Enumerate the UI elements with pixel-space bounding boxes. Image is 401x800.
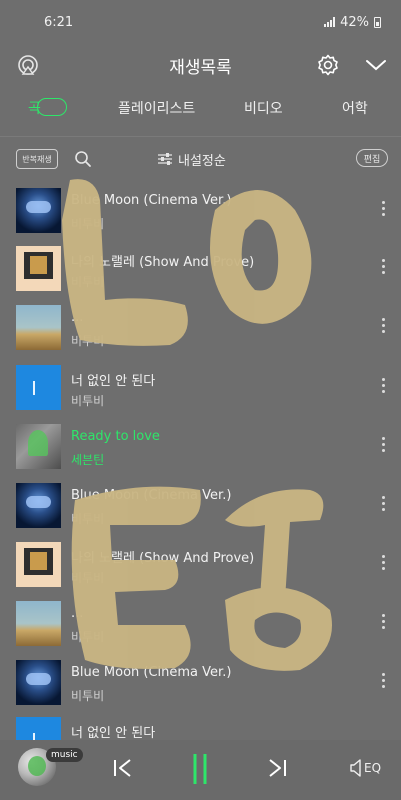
song-row[interactable]: Blue Moon (Cinema Ver.) 비투비 [0,183,401,241]
album-art [16,365,61,410]
more-icon[interactable] [378,496,388,516]
edit-button[interactable]: 편집 [356,149,388,167]
tab-bar: 곡 플레이리스트 비디오 어학 [0,88,401,126]
active-tab-decoration [37,98,67,116]
repeat-play-button[interactable]: 반복재생 [16,149,58,169]
song-row[interactable]: Blue Moon (Cinema Ver.) 비투비 [0,655,401,713]
search-icon[interactable] [74,150,92,168]
song-artist: 비투비 [71,334,105,348]
album-art [16,483,61,528]
eq-button[interactable]: EQ [350,757,381,779]
song-row[interactable]: ... 비투비 [0,300,401,358]
status-time: 6:21 [44,14,74,30]
song-row[interactable]: 나의 노랠레 (Show And Prove) 비투비 [0,241,401,299]
more-icon[interactable] [378,201,388,221]
sort-icon [158,153,172,165]
song-row-now-playing[interactable]: Ready to love 세븐틴 [0,419,401,477]
list-toolbar: 반복재생 내설정순 편집 [0,143,401,175]
song-row[interactable]: Blue Moon (Cinema Ver.) 비투비 [0,478,401,536]
song-artist: 비투비 [71,275,105,289]
song-title: Blue Moon (Cinema Ver.) [71,193,232,208]
tab-videos[interactable]: 비디오 [244,98,283,118]
song-artist: 비투비 [71,217,105,231]
more-icon[interactable] [378,555,388,575]
pause-icon[interactable] [190,752,210,786]
song-title: ... [71,310,84,325]
battery-percent: 42% [340,14,369,30]
album-art [16,717,61,740]
eq-icon [350,759,361,777]
album-art [16,542,61,587]
song-title: 너 없인 안 된다 [71,374,156,389]
song-title: Ready to love [71,429,160,444]
album-art [16,246,61,291]
next-icon[interactable] [266,757,288,779]
album-art [16,424,61,469]
sort-label: 내설정순 [178,153,226,169]
status-bar: 6:21 42% [0,0,401,44]
song-artist: 비투비 [71,571,105,585]
more-icon[interactable] [378,614,388,634]
album-art [16,660,61,705]
status-indicators: 42% [324,15,381,30]
battery-icon [374,16,381,28]
chevron-down-icon[interactable] [363,53,389,77]
music-badge: music [46,748,83,762]
song-row[interactable]: 너 없인 안 된다 [0,712,401,740]
album-art [16,188,61,233]
song-artist: 비투비 [71,689,105,703]
song-title: 나의 노랠레 (Show And Prove) [71,255,255,270]
more-icon[interactable] [378,259,388,279]
more-icon[interactable] [378,673,388,693]
tab-playlists[interactable]: 플레이리스트 [118,98,195,118]
song-row[interactable]: 너 없인 안 된다 비투비 [0,360,401,418]
song-artist: 비투비 [71,512,105,526]
album-art [16,305,61,350]
song-title: Blue Moon (Cinema Ver.) [71,488,232,503]
song-title: Blue Moon (Cinema Ver.) [71,665,232,680]
song-artist: 세븐틴 [71,453,105,467]
mini-player: music EQ [0,740,401,800]
tab-language[interactable]: 어학 [342,98,368,118]
song-title: ... [71,606,84,621]
prev-icon[interactable] [112,757,134,779]
song-title: 나의 노랠레 (Show And Prove) [71,551,255,566]
song-artist: 비투비 [71,630,105,644]
header: 재생목록 [0,44,401,86]
more-icon[interactable] [378,378,388,398]
more-icon[interactable] [378,437,388,457]
tabs-divider [0,136,401,137]
more-icon[interactable] [378,318,388,338]
sort-button[interactable]: 내설정순 [157,148,226,170]
tab-songs[interactable]: 곡 [28,98,41,118]
signal-icon [324,17,336,27]
song-row[interactable]: ... 비투비 [0,596,401,654]
page-title: 재생목록 [169,57,232,78]
album-art [16,601,61,646]
gear-icon[interactable] [316,53,340,77]
song-artist: 비투비 [71,394,105,408]
song-row[interactable]: 나의 노랠레 (Show And Prove) 비투비 [0,537,401,595]
cast-icon[interactable] [16,53,40,77]
eq-label: EQ [364,761,382,775]
song-title: 너 없인 안 된다 [71,726,156,740]
